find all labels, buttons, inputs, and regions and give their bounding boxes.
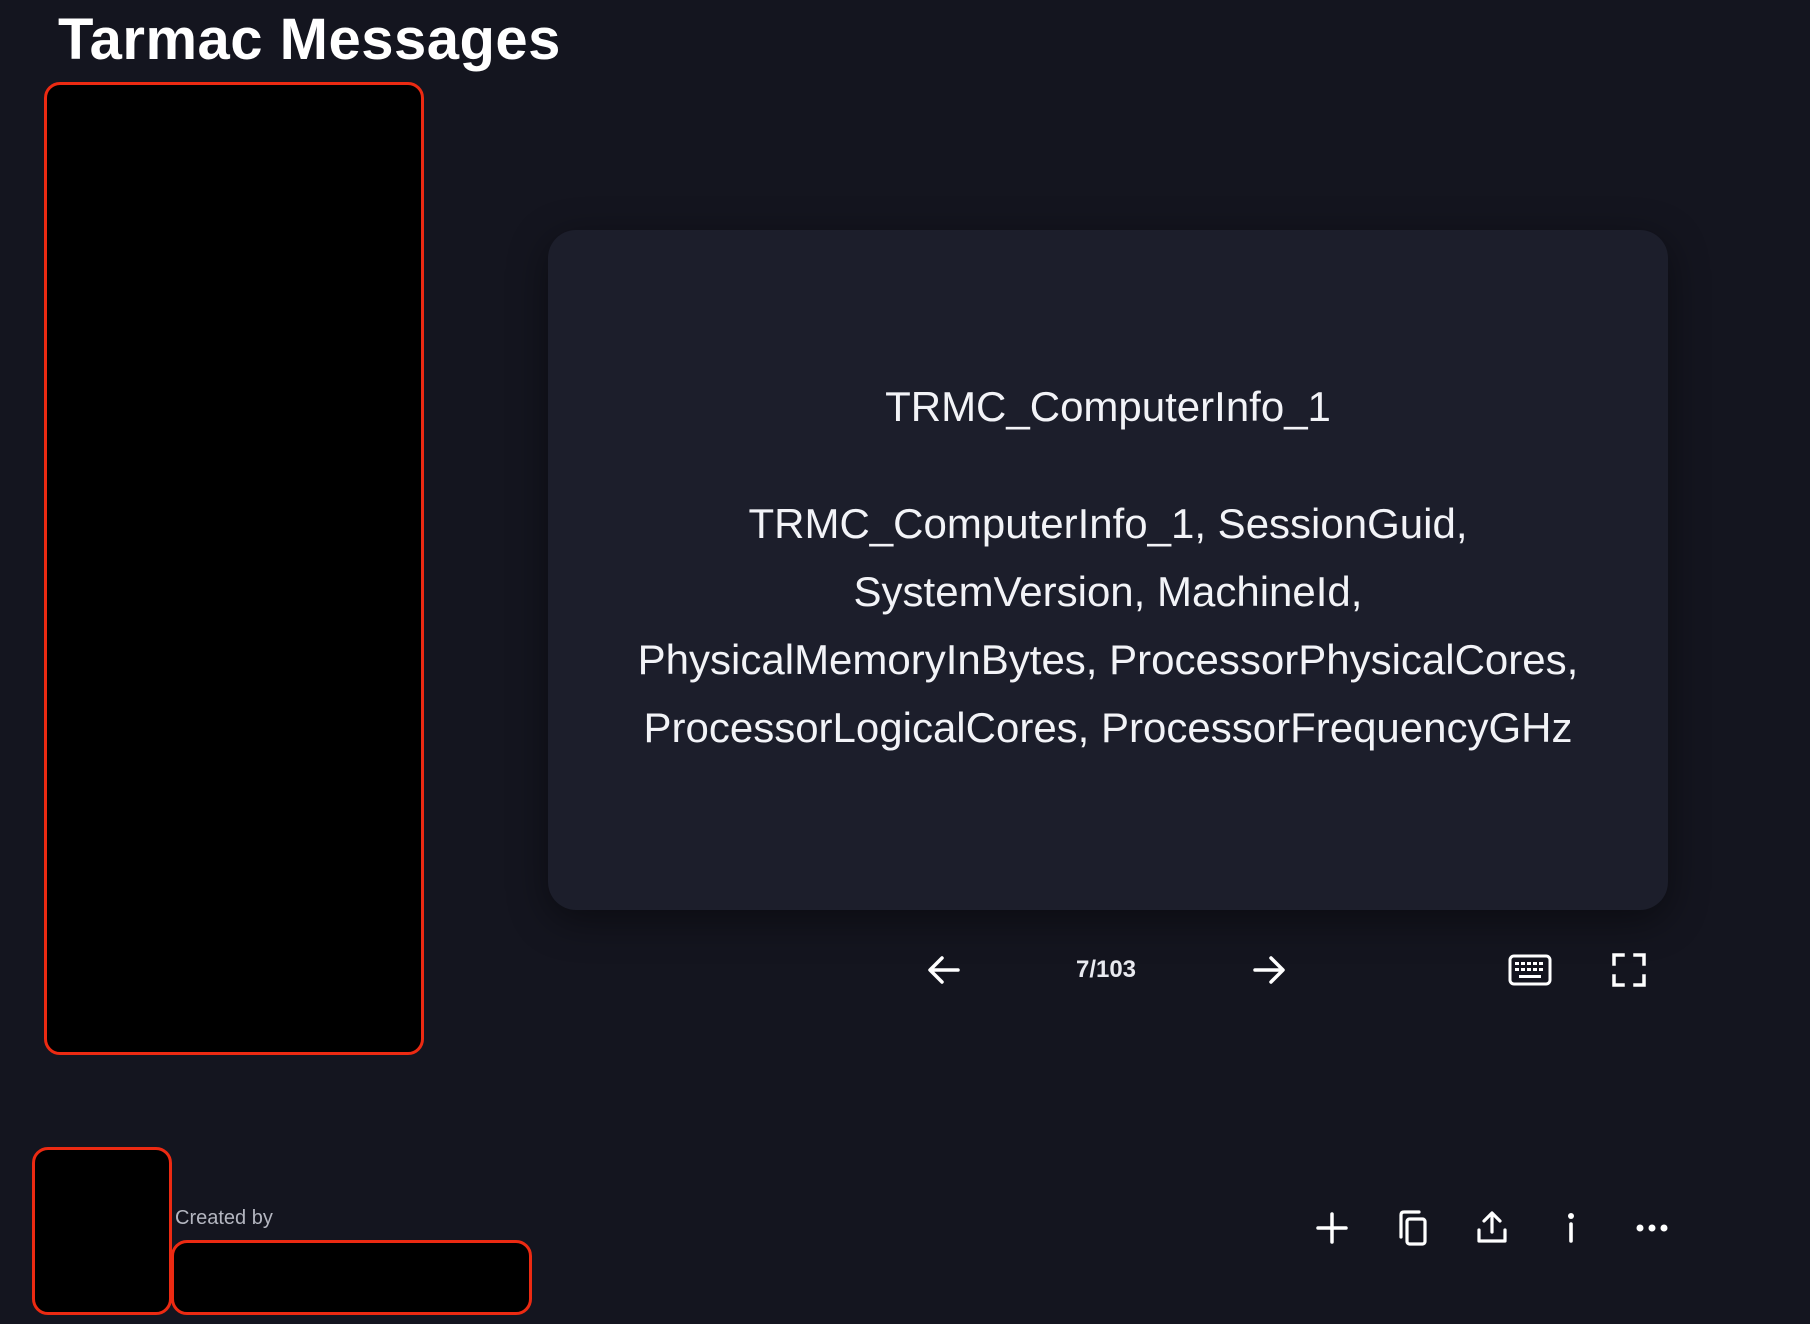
copy-button[interactable] — [1384, 1200, 1440, 1256]
set-actions-toolbar — [0, 1200, 1810, 1260]
page: Tarmac Messages TRMC_ComputerInfo_1 TRMC… — [0, 0, 1810, 1324]
redacted-sidebar-region — [44, 82, 424, 1055]
previous-card-button[interactable] — [916, 942, 972, 998]
info-button[interactable] — [1543, 1200, 1599, 1256]
plus-icon — [1316, 1212, 1348, 1244]
more-options-button[interactable] — [1624, 1200, 1680, 1256]
share-icon — [1477, 1211, 1507, 1243]
keyboard-shortcuts-button[interactable] — [1502, 942, 1558, 998]
card-counter: 7/103 — [1075, 956, 1137, 983]
flashcard-definition: TRMC_ComputerInfo_1, SessionGuid, System… — [637, 500, 1579, 752]
flashcard[interactable]: TRMC_ComputerInfo_1 TRMC_ComputerInfo_1,… — [548, 230, 1668, 910]
keyboard-icon — [1508, 954, 1552, 986]
copy-icon — [1399, 1210, 1427, 1246]
fullscreen-icon — [1612, 953, 1646, 987]
info-icon — [1568, 1213, 1574, 1243]
page-title: Tarmac Messages — [58, 7, 561, 72]
card-navigation: 7/103 — [0, 942, 1810, 1002]
more-icon — [1636, 1224, 1668, 1232]
fullscreen-button[interactable] — [1601, 942, 1657, 998]
arrow-right-icon — [1253, 956, 1285, 984]
share-button[interactable] — [1464, 1200, 1520, 1256]
arrow-left-icon — [928, 956, 960, 984]
flashcard-term: TRMC_ComputerInfo_1 — [885, 382, 1331, 430]
add-button[interactable] — [1304, 1200, 1360, 1256]
next-card-button[interactable] — [1241, 942, 1297, 998]
